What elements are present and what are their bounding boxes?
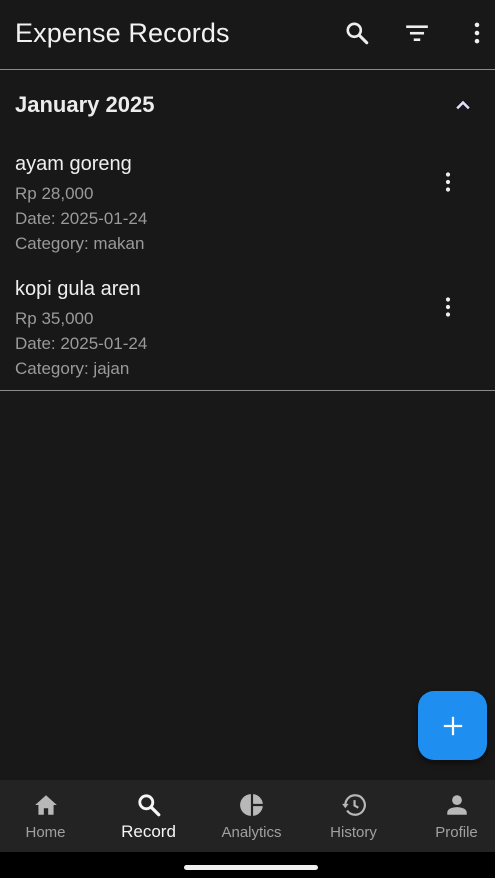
page-title: Expense Records: [15, 18, 230, 48]
filter-button[interactable]: [402, 18, 432, 48]
record-name: ayam goreng: [15, 153, 132, 175]
system-gesture-area: [0, 852, 495, 878]
search-button[interactable]: [342, 18, 372, 48]
collapse-button[interactable]: [450, 92, 476, 118]
more-vert-icon: [445, 172, 451, 192]
app-bar: Expense Records: [0, 0, 495, 70]
month-title: January 2025: [15, 92, 155, 117]
record-more-button[interactable]: [435, 290, 461, 324]
nav-label: Record: [121, 822, 176, 841]
nav-item-profile[interactable]: Profile: [407, 780, 495, 852]
nav-label: History: [330, 824, 377, 841]
chevron-up-icon: [456, 100, 470, 110]
nav-item-analytics[interactable]: Analytics: [202, 780, 301, 852]
person-icon: [446, 795, 467, 815]
nav-label: Home: [25, 824, 66, 841]
record-category: Category: jajan: [15, 359, 130, 378]
add-record-button[interactable]: [418, 691, 487, 760]
record-date: Date: 2025-01-24: [15, 334, 148, 353]
overflow-menu-button[interactable]: [462, 18, 492, 48]
home-gesture-bar[interactable]: [184, 865, 318, 870]
search-icon: [137, 794, 160, 817]
history-icon: [341, 794, 366, 816]
more-vert-icon: [474, 22, 480, 44]
nav-item-history[interactable]: History: [304, 780, 403, 852]
list-item[interactable]: kopi gula aren Rp 35,000 Date: 2025-01-2…: [0, 278, 495, 403]
search-icon: [346, 22, 369, 45]
filter-icon: [406, 25, 428, 42]
section-divider: [0, 390, 495, 391]
more-vert-icon: [445, 297, 451, 317]
list-item[interactable]: ayam goreng Rp 28,000 Date: 2025-01-24 C…: [0, 153, 495, 278]
bottom-navigation: Home Record Analytics History Profile: [0, 780, 495, 852]
record-amount: Rp 35,000: [15, 309, 94, 328]
month-section-header[interactable]: January 2025: [0, 70, 495, 140]
add-icon: [443, 716, 462, 735]
nav-label: Analytics: [221, 824, 282, 841]
pie-chart-icon: [239, 794, 263, 816]
home-icon: [34, 795, 57, 815]
record-amount: Rp 28,000: [15, 184, 94, 203]
record-more-button[interactable]: [435, 165, 461, 199]
nav-label: Profile: [435, 824, 478, 841]
nav-item-home[interactable]: Home: [0, 780, 95, 852]
record-category: Category: makan: [15, 234, 145, 253]
record-date: Date: 2025-01-24: [15, 209, 148, 228]
record-name: kopi gula aren: [15, 278, 141, 300]
nav-item-record[interactable]: Record: [99, 780, 198, 852]
